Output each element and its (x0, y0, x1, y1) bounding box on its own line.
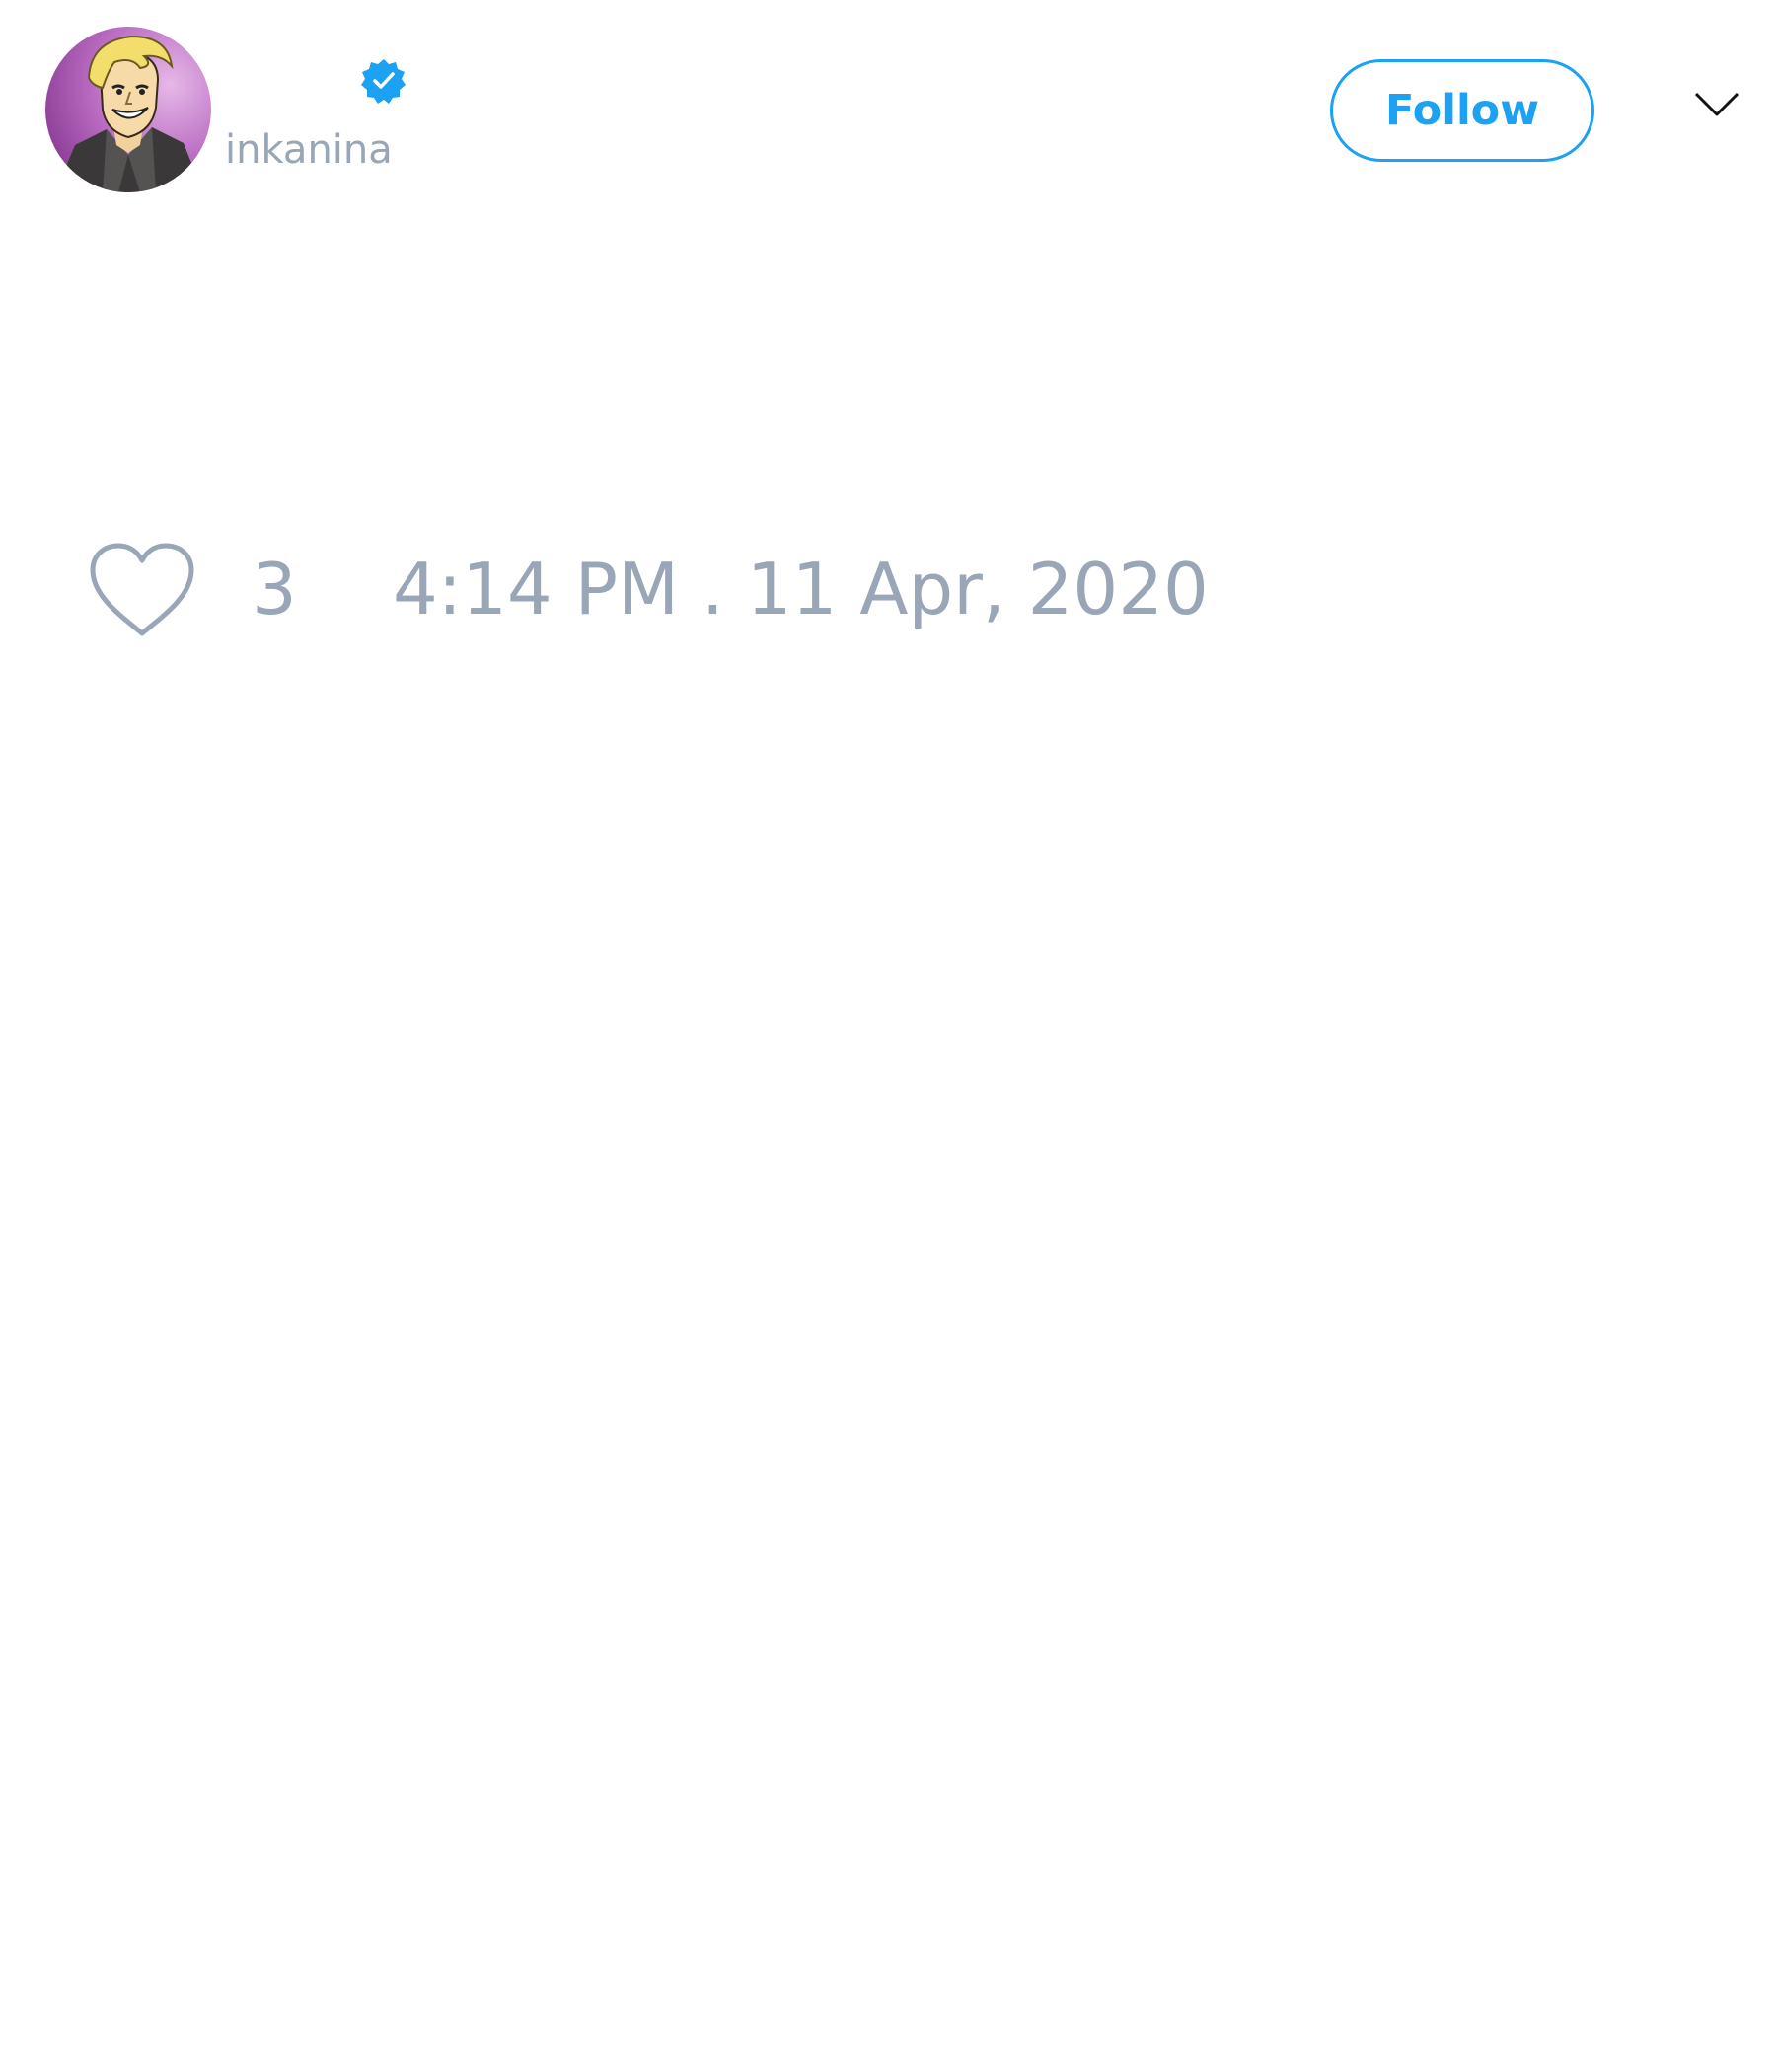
follow-button[interactable]: Follow (1330, 59, 1594, 162)
verified-badge-icon (361, 58, 407, 104)
user-handle[interactable]: inkanina (225, 126, 393, 174)
tweet-timestamp[interactable]: 4:14 PM . 11 Apr, 2020 (393, 548, 1209, 630)
heart-icon[interactable] (89, 543, 195, 637)
chevron-down-icon[interactable] (1693, 89, 1740, 120)
avatar-image (45, 27, 211, 192)
avatar[interactable] (45, 27, 211, 192)
like-count: 3 (252, 548, 297, 630)
